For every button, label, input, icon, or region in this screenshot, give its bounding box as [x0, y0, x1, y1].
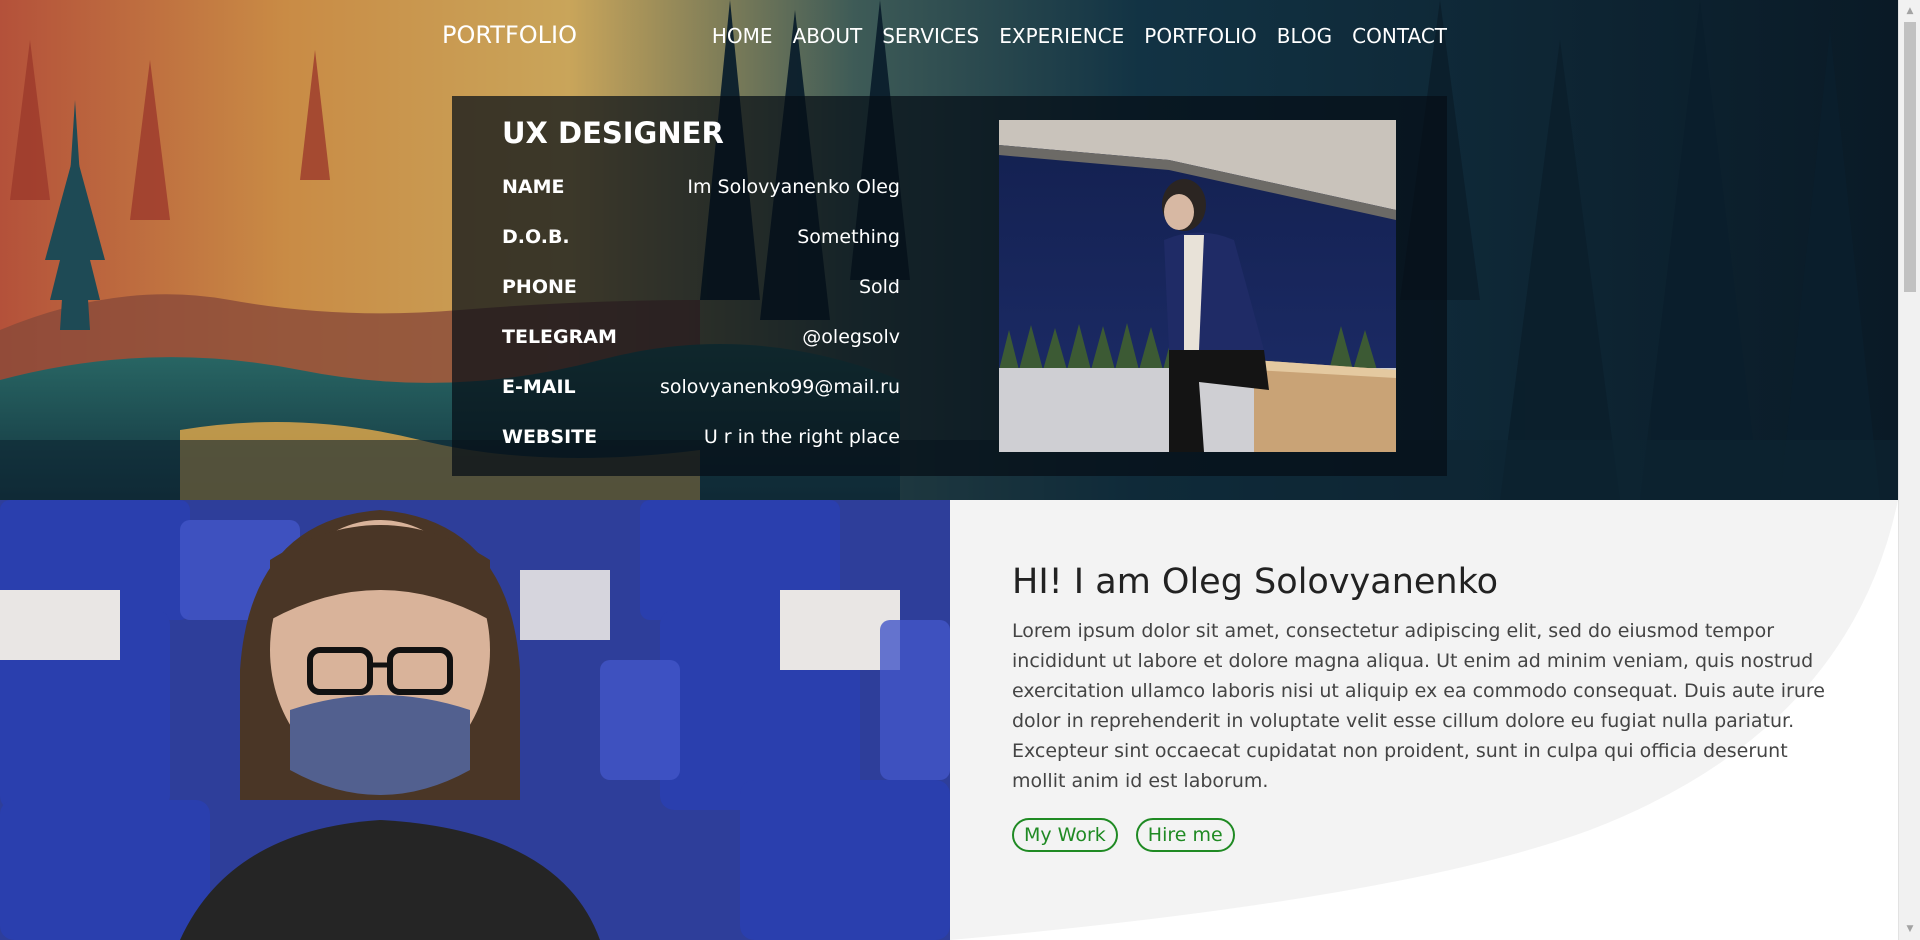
brand-logo-text[interactable]: PORTFOLIO: [442, 21, 577, 49]
nav-item-experience[interactable]: EXPERIENCE: [999, 24, 1124, 48]
profile-row-label: NAME: [502, 176, 565, 198]
nav-item-contact[interactable]: CONTACT: [1352, 24, 1447, 48]
profile-row-name: NAME Im Solovyanenko Oleg: [502, 162, 900, 212]
profile-row-value: Im Solovyanenko Oleg: [687, 176, 900, 198]
profile-card: UX DESIGNER NAME Im Solovyanenko Oleg D.…: [452, 96, 1447, 476]
hire-me-button[interactable]: Hire me: [1135, 818, 1235, 852]
profile-row-label: PHONE: [502, 276, 577, 298]
profile-row-value: @olegsolv: [802, 326, 900, 348]
profile-photo-image: [999, 120, 1396, 452]
profile-row-telegram: TELEGRAM @olegsolv: [502, 312, 900, 362]
main-nav: HOME ABOUT SERVICES EXPERIENCE PORTFOLIO…: [712, 24, 1447, 48]
nav-item-about[interactable]: ABOUT: [793, 24, 863, 48]
nav-item-home[interactable]: HOME: [712, 24, 773, 48]
about-content: HI! I am Oleg Solovyanenko Lorem ipsum d…: [1012, 562, 1842, 852]
profile-row-email: E-MAIL solovyanenko99@mail.ru: [502, 362, 900, 412]
about-photo-image: [0, 500, 950, 940]
about-photo: [0, 500, 950, 940]
my-work-button[interactable]: My Work: [1012, 818, 1118, 852]
profile-row-website: WEBSITE U r in the right place: [502, 412, 900, 462]
nav-item-portfolio[interactable]: PORTFOLIO: [1144, 24, 1257, 48]
about-paragraph: Lorem ipsum dolor sit amet, consectetur …: [1012, 620, 1825, 792]
profile-row-value: solovyanenko99@mail.ru: [659, 376, 900, 398]
profile-row-dob: D.O.B. Something: [502, 212, 900, 262]
about-section: HI! I am Oleg Solovyanenko Lorem ipsum d…: [0, 500, 1898, 940]
nav-item-services[interactable]: SERVICES: [882, 24, 979, 48]
profile-row-label: E-MAIL: [502, 376, 576, 398]
profile-row-phone: PHONE Sold: [502, 262, 900, 312]
scroll-up-arrow-icon[interactable]: ▲: [1899, 2, 1920, 20]
profile-photo: [999, 120, 1396, 452]
profile-row-value: Sold: [858, 276, 900, 298]
profile-row-label: WEBSITE: [502, 426, 598, 448]
scroll-down-arrow-icon[interactable]: ▼: [1899, 920, 1920, 938]
profile-role-heading: UX DESIGNER: [502, 116, 724, 150]
profile-row-value: U r in the right place: [703, 426, 900, 448]
top-navbar: PORTFOLIO HOME ABOUT SERVICES EXPERIENCE…: [0, 0, 1898, 74]
nav-item-blog[interactable]: BLOG: [1277, 24, 1332, 48]
profile-row-value: Something: [797, 226, 900, 248]
profile-info-table: NAME Im Solovyanenko Oleg D.O.B. Somethi…: [502, 162, 900, 462]
scrollbar-thumb[interactable]: [1904, 22, 1916, 292]
about-heading: HI! I am Oleg Solovyanenko: [1012, 562, 1499, 602]
about-actions: My Work Hire me: [1012, 818, 1842, 852]
page-scrollbar[interactable]: ▲ ▼: [1898, 0, 1920, 940]
profile-row-label: D.O.B.: [502, 226, 570, 248]
hero-section: PORTFOLIO HOME ABOUT SERVICES EXPERIENCE…: [0, 0, 1898, 500]
profile-row-label: TELEGRAM: [502, 326, 617, 348]
